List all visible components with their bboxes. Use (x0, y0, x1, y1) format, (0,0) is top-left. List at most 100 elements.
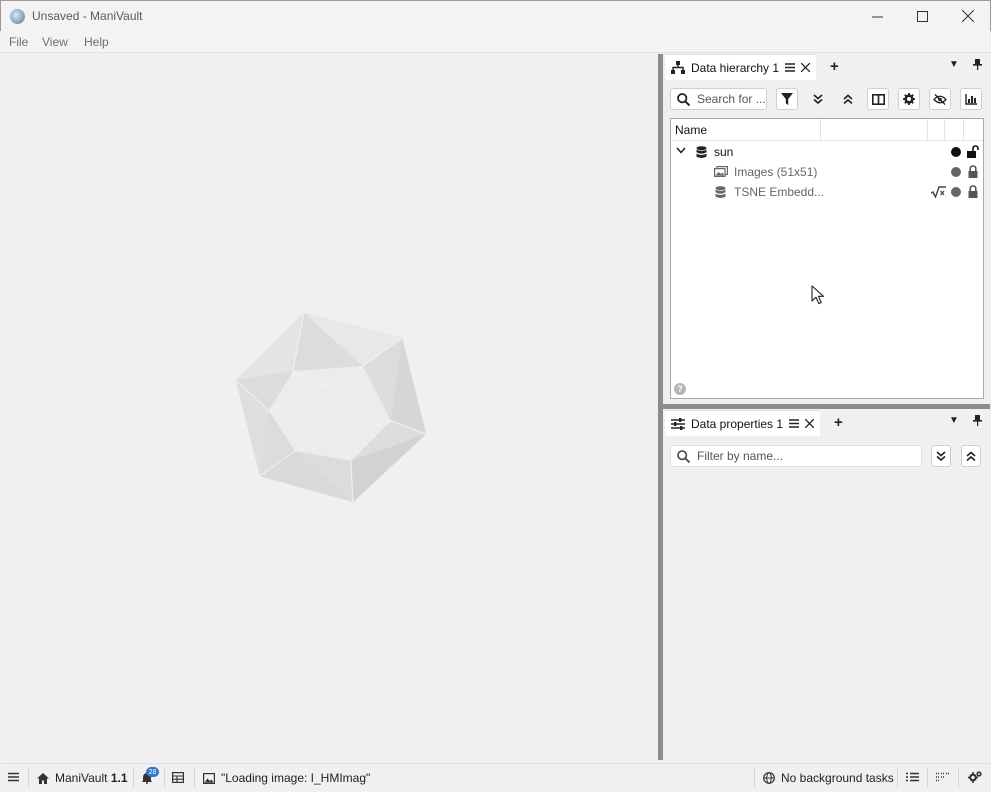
sliders-icon (671, 417, 685, 430)
layout-button[interactable] (936, 772, 949, 782)
menu-view[interactable]: View (42, 35, 68, 49)
database-icon (696, 146, 707, 159)
version-indicator[interactable]: ManiVault 1.1 (37, 771, 128, 785)
visibility-button[interactable] (929, 88, 951, 110)
properties-toolbar: Filter by name... (663, 442, 990, 472)
dock-dropdown-icon[interactable]: ▼ (949, 415, 959, 426)
properties-tabbar: Data properties 1 + ▼ (663, 410, 990, 436)
tasks-label: No background tasks (781, 771, 894, 785)
visible-dot-icon[interactable] (951, 187, 961, 197)
double-chevron-down-icon (813, 94, 823, 104)
divider (927, 768, 928, 788)
collapse-all-button[interactable] (837, 88, 859, 110)
row-label: sun (714, 145, 734, 159)
unlock-icon[interactable] (967, 145, 979, 158)
horizontal-splitter[interactable] (663, 404, 990, 409)
add-tab-plus-icon[interactable]: + (830, 58, 839, 75)
chevron-down-icon[interactable] (676, 147, 686, 154)
row-label: Images (51x51) (734, 165, 818, 179)
double-chevron-down-icon (936, 451, 946, 461)
properties-filter-input[interactable]: Filter by name... (670, 445, 922, 467)
row-label: TSNE Embedd... (734, 185, 825, 199)
database-icon (715, 186, 726, 199)
divider (133, 768, 134, 788)
filter-icon (781, 93, 793, 105)
search-placeholder: Search for ... (697, 92, 766, 106)
tab-close-icon[interactable] (801, 63, 811, 72)
task-list-button[interactable] (906, 772, 919, 782)
system-settings-button[interactable] (968, 771, 982, 783)
divider (754, 768, 755, 788)
app-logo-icon (10, 9, 25, 24)
add-tab-plus-icon[interactable]: + (834, 414, 843, 431)
divider (897, 768, 898, 788)
expand-all-button[interactable] (931, 445, 951, 467)
lock-icon[interactable] (968, 165, 978, 178)
status-bar: ManiVault 1.1 28 "Loading image: I_HMIma… (1, 763, 990, 791)
tree-row-tsne[interactable]: TSNE Embedd... (671, 182, 983, 202)
visible-dot-icon[interactable] (951, 147, 961, 157)
columns-icon (871, 93, 885, 105)
gear-icon (903, 93, 915, 105)
help-icon[interactable]: ? (674, 383, 686, 395)
hierarchy-toolbar: Search for ... (663, 85, 990, 115)
background-tasks-indicator[interactable]: No background tasks (763, 771, 894, 785)
pin-icon[interactable] (973, 415, 982, 429)
globe-icon (763, 772, 775, 784)
column-separator[interactable] (820, 119, 821, 141)
tree-row-images[interactable]: Images (51x51) (671, 162, 983, 182)
menu-help[interactable]: Help (84, 35, 109, 49)
tab-data-hierarchy[interactable]: Data hierarchy 1 (665, 54, 817, 80)
column-separator[interactable] (944, 119, 945, 141)
column-separator[interactable] (963, 119, 964, 141)
notification-count-badge: 28 (146, 767, 159, 777)
filter-button[interactable] (776, 88, 798, 110)
loading-text: "Loading image: I_HMImag" (221, 771, 371, 785)
tab-label: Data hierarchy 1 (691, 60, 780, 75)
tab-data-properties[interactable]: Data properties 1 (665, 410, 821, 436)
grid-dots-icon (936, 772, 949, 782)
tab-close-icon[interactable] (805, 419, 815, 428)
menu-toggle-icon[interactable] (8, 772, 19, 782)
tree-header: Name (671, 119, 983, 141)
image-load-icon (203, 772, 215, 784)
divider (194, 768, 195, 788)
pin-icon[interactable] (973, 59, 982, 73)
hierarchy-search-input[interactable]: Search for ... (670, 88, 767, 110)
search-icon (677, 449, 690, 463)
visible-dot-icon[interactable] (951, 167, 961, 177)
lock-icon[interactable] (968, 185, 978, 198)
column-header-name[interactable]: Name (675, 123, 707, 137)
search-icon (677, 92, 690, 106)
title-bar: Unsaved - ManiVault (0, 0, 991, 31)
divider (28, 768, 29, 788)
tab-menu-icon[interactable] (789, 419, 800, 428)
statistics-button[interactable] (960, 88, 982, 110)
tab-label: Data properties 1 (691, 416, 784, 431)
settings-button[interactable] (898, 88, 920, 110)
tab-menu-icon[interactable] (785, 63, 796, 72)
manivault-logo-icon (235, 312, 427, 503)
menu-file[interactable]: File (9, 35, 28, 49)
maximize-button[interactable] (899, 1, 945, 31)
expand-all-button[interactable] (807, 88, 829, 110)
columns-button[interactable] (867, 88, 889, 110)
square-root-icon (931, 186, 946, 198)
data-hierarchy-tree[interactable]: Name sun Images (51x51) TSNE Embedd... ? (670, 118, 984, 399)
table-view-button[interactable] (172, 772, 184, 783)
filter-placeholder: Filter by name... (697, 449, 784, 463)
minimize-button[interactable] (854, 1, 900, 31)
main-viewport (1, 54, 658, 760)
list-icon (906, 772, 919, 782)
loading-status: "Loading image: I_HMImag" (203, 771, 370, 785)
version-label: ManiVault (55, 771, 108, 785)
dock-dropdown-icon[interactable]: ▼ (949, 59, 959, 70)
collapse-all-button[interactable] (961, 445, 981, 467)
column-separator[interactable] (927, 119, 928, 141)
double-chevron-up-icon (966, 451, 976, 461)
tree-row-sun[interactable]: sun (671, 142, 983, 162)
window-title: Unsaved - ManiVault (32, 9, 143, 23)
hierarchy-icon (671, 61, 685, 74)
close-window-button[interactable] (945, 1, 991, 31)
home-icon (37, 772, 49, 784)
